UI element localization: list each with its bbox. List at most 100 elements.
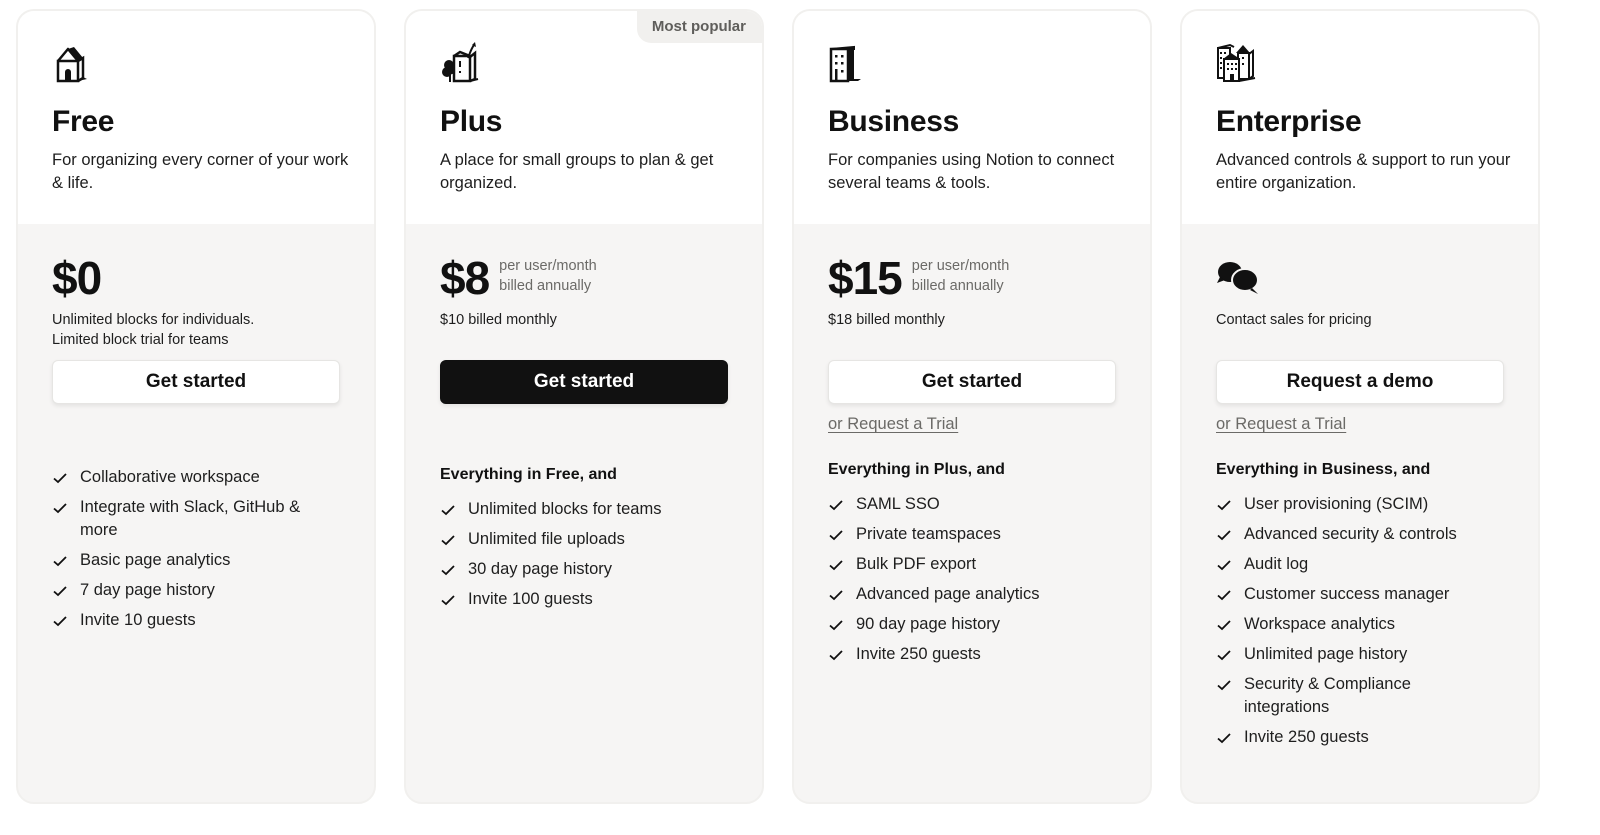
price-note: per user/month billed annually bbox=[499, 256, 597, 296]
request-trial-link[interactable]: or Request a Trial bbox=[1216, 415, 1346, 437]
check-icon bbox=[53, 473, 67, 484]
check-icon bbox=[1217, 590, 1231, 601]
feature-item: Audit log bbox=[1216, 553, 1504, 576]
plan-header: Enterprise Advanced controls & support t… bbox=[1182, 11, 1538, 224]
feature-text: Invite 10 guests bbox=[80, 611, 196, 629]
check-icon bbox=[829, 560, 843, 571]
feature-list: Unlimited blocks for teams Unlimited fil… bbox=[440, 498, 728, 611]
plan-card-business: Business For companies using Notion to c… bbox=[792, 9, 1152, 804]
features-heading: Everything in Business, and bbox=[1216, 461, 1431, 478]
plan-card-plus: Most popular Plus A place for small grou… bbox=[404, 9, 764, 804]
feature-item: User provisioning (SCIM) bbox=[1216, 493, 1504, 516]
plan-name: Plus bbox=[440, 105, 503, 138]
plan-description: A place for small groups to plan & get o… bbox=[440, 151, 714, 192]
feature-item: SAML SSO bbox=[828, 493, 1116, 516]
plan-header: Business For companies using Notion to c… bbox=[794, 11, 1150, 224]
feature-text: 30 day page history bbox=[468, 560, 613, 578]
price: $8 bbox=[440, 252, 490, 304]
feature-item: Unlimited blocks for teams bbox=[440, 498, 728, 521]
feature-text: Workspace analytics bbox=[1244, 615, 1396, 633]
feature-text: Advanced security & controls bbox=[1244, 525, 1457, 543]
plan-name: Free bbox=[52, 105, 115, 138]
feature-text: Private teamspaces bbox=[856, 525, 1001, 543]
check-icon bbox=[441, 505, 455, 516]
office-building-icon bbox=[829, 45, 861, 83]
check-icon bbox=[441, 535, 455, 546]
price-note-line: per user/month bbox=[499, 258, 597, 274]
price-note: per user/month billed annually bbox=[912, 256, 1010, 296]
check-icon bbox=[829, 530, 843, 541]
check-icon bbox=[1217, 650, 1231, 661]
feature-item: Security & Compliance integrations bbox=[1216, 673, 1504, 719]
get-started-button[interactable]: Get started bbox=[828, 360, 1116, 404]
monthly-price: $10 billed monthly bbox=[440, 312, 557, 328]
feature-text: User provisioning (SCIM) bbox=[1244, 495, 1429, 513]
feature-text: 7 day page history bbox=[80, 581, 215, 599]
pricing-grid: Free For organizing every corner of your… bbox=[16, 9, 1540, 804]
plan-header: Free For organizing every corner of your… bbox=[18, 11, 374, 224]
check-icon bbox=[1217, 620, 1231, 631]
feature-text: Advanced page analytics bbox=[856, 585, 1040, 603]
plan-card-enterprise: Enterprise Advanced controls & support t… bbox=[1180, 9, 1540, 804]
feature-text: Audit log bbox=[1244, 555, 1309, 573]
feature-list: User provisioning (SCIM) Advanced securi… bbox=[1216, 493, 1504, 749]
get-started-button[interactable]: Get started bbox=[52, 360, 340, 404]
feature-item: Unlimited file uploads bbox=[440, 528, 728, 551]
feature-text: Invite 250 guests bbox=[856, 645, 981, 663]
plan-description: For companies using Notion to connect se… bbox=[828, 151, 1115, 192]
request-demo-button[interactable]: Request a demo bbox=[1216, 360, 1504, 404]
plan-name: Business bbox=[828, 105, 959, 138]
price-note-line: per user/month bbox=[911, 258, 1010, 274]
feature-text: Collaborative workspace bbox=[80, 468, 260, 486]
price-note-line: billed annually bbox=[499, 278, 592, 294]
feature-text: Basic page analytics bbox=[80, 551, 231, 569]
price-row: $8 per user/month billed annually bbox=[440, 252, 728, 304]
house-with-tree-icon bbox=[442, 42, 479, 83]
monthly-price: $18 billed monthly bbox=[828, 312, 945, 328]
plan-body: $8 per user/month billed annually $10 bi… bbox=[406, 224, 762, 618]
feature-text: Invite 250 guests bbox=[1244, 728, 1369, 746]
check-icon bbox=[1217, 530, 1231, 541]
price: $15 bbox=[828, 252, 903, 304]
feature-item: Invite 250 guests bbox=[828, 643, 1116, 666]
get-started-button[interactable]: Get started bbox=[440, 360, 728, 404]
feature-item: 7 day page history bbox=[52, 579, 340, 602]
contact-sales-text: Contact sales for pricing bbox=[1216, 312, 1372, 328]
plan-body: $0 Unlimited blocks for individuals. Lim… bbox=[18, 224, 374, 639]
feature-text: 90 day page history bbox=[856, 615, 1001, 633]
check-icon bbox=[53, 503, 67, 514]
check-icon bbox=[829, 590, 843, 601]
chat-bubbles-icon bbox=[1217, 262, 1259, 294]
plan-header: Most popular Plus A place for small grou… bbox=[406, 11, 762, 224]
feature-item: Collaborative workspace bbox=[52, 466, 340, 489]
plan-card-free: Free For organizing every corner of your… bbox=[16, 9, 376, 804]
feature-item: Invite 10 guests bbox=[52, 609, 340, 632]
check-icon bbox=[53, 586, 67, 597]
request-trial-link[interactable]: or Request a Trial bbox=[828, 415, 958, 437]
check-icon bbox=[441, 565, 455, 576]
plan-description: Advanced controls & support to run your … bbox=[1216, 151, 1511, 192]
check-icon bbox=[829, 620, 843, 631]
price-subtext: Unlimited blocks for individuals. Limite… bbox=[52, 312, 255, 348]
feature-item: Workspace analytics bbox=[1216, 613, 1504, 636]
feature-text: Integrate with Slack, GitHub & more bbox=[80, 498, 301, 539]
feature-item: Invite 100 guests bbox=[440, 588, 728, 611]
features-heading: Everything in Plus, and bbox=[828, 461, 1005, 478]
check-icon bbox=[1217, 500, 1231, 511]
price-note-line: billed annually bbox=[911, 278, 1004, 294]
feature-item: Customer success manager bbox=[1216, 583, 1504, 606]
feature-item: 90 day page history bbox=[828, 613, 1116, 636]
feature-item: Advanced security & controls bbox=[1216, 523, 1504, 546]
feature-item: Basic page analytics bbox=[52, 549, 340, 572]
feature-item: Private teamspaces bbox=[828, 523, 1116, 546]
feature-text: Invite 100 guests bbox=[468, 590, 593, 608]
check-icon bbox=[829, 500, 843, 511]
check-icon bbox=[441, 595, 455, 606]
plan-description: For organizing every corner of your work… bbox=[52, 151, 349, 192]
city-buildings-icon bbox=[1217, 43, 1256, 82]
plan-body: $15 per user/month billed annually $18 b… bbox=[794, 224, 1150, 673]
house-icon bbox=[56, 47, 87, 83]
feature-item: Invite 250 guests bbox=[1216, 726, 1504, 749]
